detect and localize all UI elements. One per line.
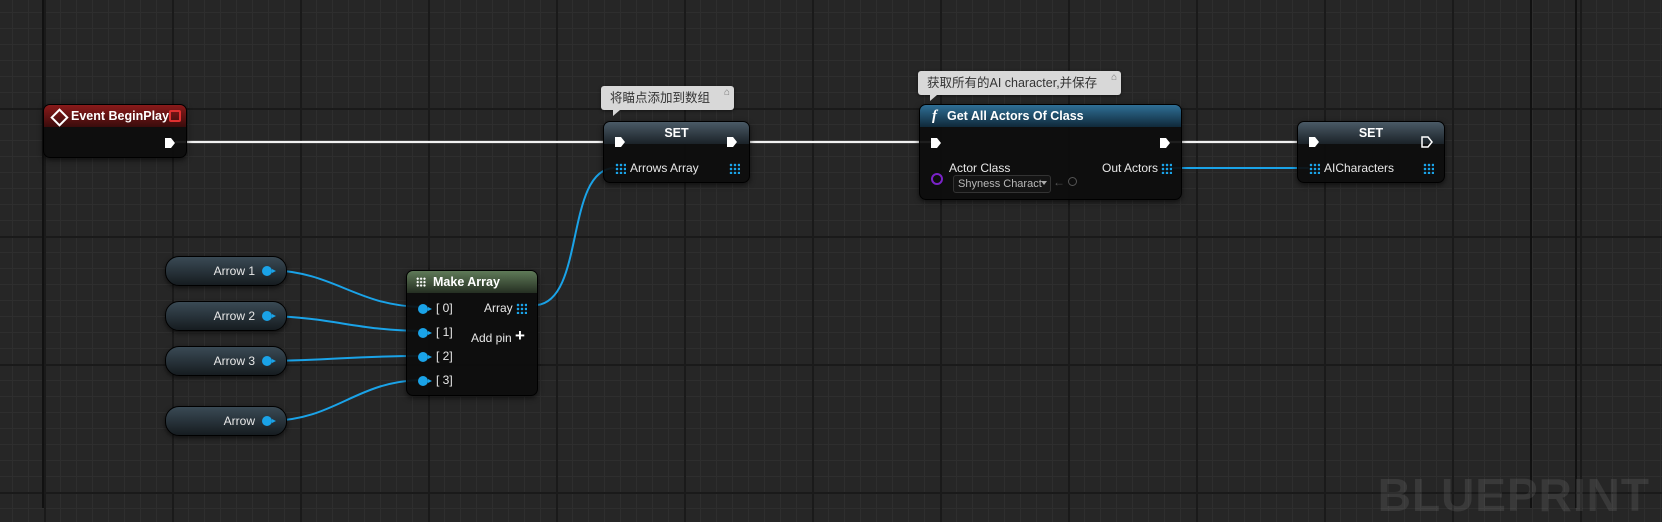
out-actors-label: Out Actors [1102,161,1159,175]
arrow-3-label: Arrow 3 [213,354,255,368]
actor-class-label: Actor Class [949,161,1011,175]
wire-arrow2[interactable] [269,315,421,332]
comment-pin-icon[interactable]: ⌂ [724,87,730,99]
event-diamond-icon [50,108,69,127]
event-beginplay-title: Event BeginPlay [71,109,169,123]
delegate-pin-icon[interactable] [169,110,181,122]
event-beginplay-node[interactable]: Event BeginPlay [43,104,187,158]
arrows-array-label: Arrows Array [630,161,699,175]
get-all-actors-title: Get All Actors Of Class [947,109,1084,123]
array-input-pin-1[interactable] [418,328,432,338]
arrow-1-out-pin[interactable] [262,266,276,276]
set-arrows-array-node[interactable]: SET Arrows Array [603,121,750,183]
wire-arrow1[interactable] [269,269,421,308]
aicharacters-label: AICharacters [1324,161,1395,175]
array-input-label-3: [ 3] [436,373,453,387]
comment-set-arrows-text: 将瞄点添加到数组 [610,91,711,105]
array-input-label-0: [ 0] [436,301,453,315]
wire-array-to-set[interactable] [536,167,615,306]
array-output-pin[interactable] [516,303,527,314]
array-output-label: Array [484,301,513,315]
array-out-pin[interactable] [729,163,740,174]
browse-asset-icon[interactable] [1068,177,1077,186]
class-pin-icon[interactable] [931,173,943,185]
array-in-pin[interactable] [615,163,626,174]
arrow-3-out-pin[interactable] [262,356,276,366]
get-all-actors-header: f Get All Actors Of Class [920,105,1181,127]
arrow-1-var-node[interactable]: Arrow 1 [165,256,287,286]
array-input-pin-0[interactable] [418,304,432,314]
arrow-out-pin[interactable] [262,416,276,426]
set-arrows-title: SET [664,126,689,140]
comment-set-arrows[interactable]: 将瞄点添加到数组 ⌂ [601,86,735,116]
actor-class-dropdown[interactable]: Shyness Charact [953,175,1051,193]
exec-in-pin[interactable] [930,137,942,149]
arrow-2-out-pin[interactable] [262,311,276,321]
array-in-pin[interactable] [1309,163,1320,174]
exec-out-pin[interactable] [1159,137,1171,149]
wire-arrow3[interactable] [269,355,421,362]
get-all-actors-of-class-node[interactable]: f Get All Actors Of Class Actor Class Sh… [919,104,1182,200]
exec-out-pin[interactable] [726,136,738,148]
arrow-2-label: Arrow 2 [213,309,255,323]
set-aicharacters-title: SET [1358,126,1384,140]
wire-arrow4[interactable] [269,379,421,422]
set-aicharacters-node[interactable]: SET AICharacters [1297,121,1445,183]
array-input-label-2: [ 2] [436,349,453,363]
make-array-node[interactable]: Make Array [ 0] [ 1] [ 2] [ 3] Array Add… [406,270,538,396]
arrow-3-var-node[interactable]: Arrow 3 [165,346,287,376]
array-input-pin-2[interactable] [418,352,432,362]
function-icon: f [932,108,937,124]
make-array-title: Make Array [433,275,500,289]
make-array-header: Make Array [407,271,537,293]
comment-get-all-actors[interactable]: 获取所有的AI character,并保存 ⌂ [918,71,1122,101]
array-input-pin-3[interactable] [418,376,432,386]
comment-get-all-actors-text: 获取所有的AI character,并保存 [927,76,1098,90]
use-selected-asset-icon[interactable]: ← [1053,175,1065,189]
event-beginplay-header: Event BeginPlay [44,105,186,127]
chevron-down-icon [1041,181,1047,185]
arrow-label: Arrow [223,414,255,428]
add-pin-icon[interactable]: + [515,326,525,346]
make-array-icon [416,277,426,287]
exec-out-pin-unconnected[interactable] [1421,136,1433,148]
exec-in-pin[interactable] [1308,136,1320,148]
exec-in-pin[interactable] [614,136,626,148]
comment-pin-icon[interactable]: ⌂ [1111,72,1117,84]
arrow-var-node[interactable]: Arrow [165,406,287,436]
out-actors-pin[interactable] [1161,163,1172,174]
array-input-label-1: [ 1] [436,325,453,339]
arrow-2-var-node[interactable]: Arrow 2 [165,301,287,331]
array-out-pin[interactable] [1423,163,1434,174]
exec-out-pin[interactable] [164,137,176,149]
arrow-1-label: Arrow 1 [213,264,255,278]
actor-class-value: Shyness Charact [958,178,1042,190]
add-pin-label[interactable]: Add pin [471,331,512,345]
blueprint-watermark: BLUEPRINT [1377,469,1650,521]
